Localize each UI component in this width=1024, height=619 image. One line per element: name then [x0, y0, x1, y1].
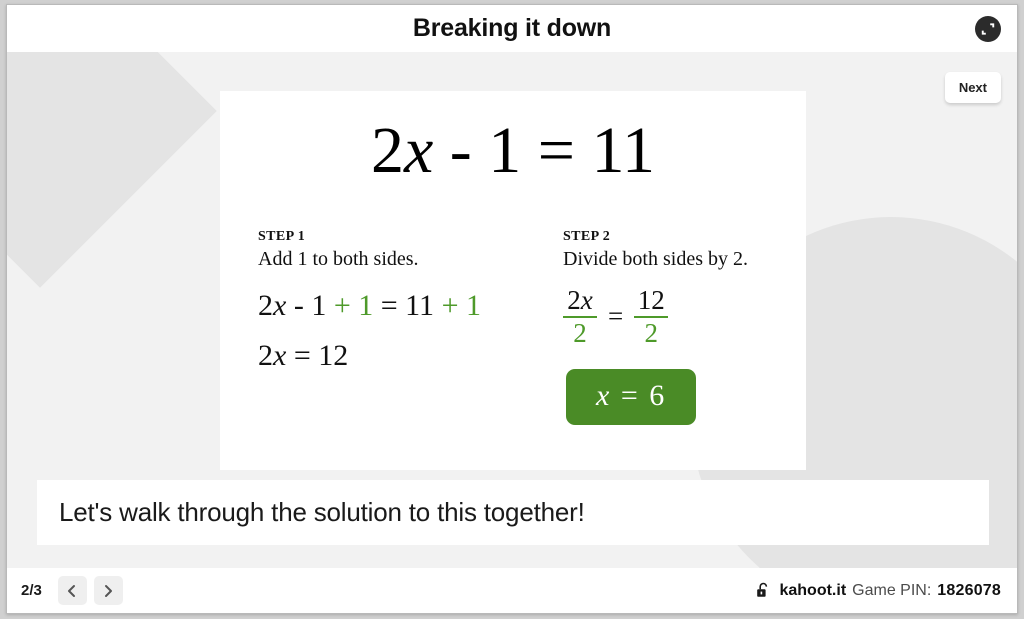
main-eq-minus: - [433, 114, 489, 187]
chevron-left-icon [64, 583, 80, 599]
bottom-bar: 2/3 kahoot.it Game PIN: 1826078 [7, 568, 1017, 613]
kahoot-slide-screen: Breaking it down Next 2x - 1 = 11 STEP 1… [0, 0, 1024, 619]
previous-slide-button[interactable] [57, 576, 87, 605]
step-1-column: STEP 1 Add 1 to both sides. 2x - 1 + 1 =… [258, 229, 538, 372]
answer-space [640, 379, 650, 412]
answer-badge: x = 6 [566, 368, 697, 425]
step-1-equation-line-2: 2x = 12 [258, 339, 538, 372]
fraction-left-num-variable: x [580, 285, 593, 316]
s1l1-coefficient: 2 [258, 289, 273, 323]
fraction-left-denominator: 2 [573, 318, 587, 349]
main-eq-variable: x [403, 114, 434, 187]
game-pin-label: Game PIN: [852, 581, 932, 599]
step-1-label: STEP 1 [258, 229, 306, 244]
fraction-right-denominator: 2 [644, 318, 658, 349]
fullscreen-expand-icon[interactable] [975, 16, 1001, 42]
main-eq-equals: = [521, 114, 592, 187]
s1l1-variable: x [273, 289, 287, 323]
next-button[interactable]: Next [944, 72, 1001, 103]
main-equation: 2x - 1 = 11 [220, 113, 806, 189]
fraction-equals-sign: = [608, 301, 624, 332]
title-bar: Breaking it down [7, 5, 1017, 52]
next-slide-button[interactable] [93, 576, 123, 605]
decorative-diamond-shape [7, 52, 217, 288]
s1l2-variable: x [273, 339, 287, 373]
media-card: 2x - 1 = 11 STEP 1 Add 1 to both sides. … [220, 91, 806, 470]
step-2-column: STEP 2 Divide both sides by 2. 2x 2 = 12 [563, 229, 803, 425]
answer-value: 6 [649, 378, 667, 412]
main-eq-rhs: 11 [591, 114, 656, 187]
answer-variable: x [596, 378, 612, 412]
answer-equals-sign: = [620, 378, 640, 412]
s1l1-highlight-right: + 1 [441, 289, 481, 323]
steps-container: STEP 1 Add 1 to both sides. 2x - 1 + 1 =… [220, 229, 806, 459]
open-padlock-icon [756, 582, 771, 599]
main-eq-constant: 1 [488, 114, 522, 187]
fraction-right: 12 2 [634, 285, 669, 349]
slide-stage: Next 2x - 1 = 11 STEP 1 Add 1 to both si… [7, 52, 1017, 568]
fraction-left: 2x 2 [563, 286, 597, 348]
s1l1-highlight-left: + 1 [333, 289, 374, 323]
answer-equals [611, 379, 621, 412]
step-1-equation-line-1: 2x - 1 + 1 = 11 + 1 [258, 289, 538, 322]
app-frame: Breaking it down Next 2x - 1 = 11 STEP 1… [6, 4, 1018, 614]
brand-label: kahoot.it [779, 581, 847, 599]
step-1-description: Add 1 to both sides. [258, 248, 419, 271]
caption-text: Let's walk through the solution to this … [59, 497, 585, 527]
main-eq-coefficient: 2 [370, 114, 404, 187]
game-pin-value: 1826078 [937, 581, 1001, 599]
s1l1-equals-eleven: = 11 [373, 289, 442, 323]
fraction-left-num-coefficient: 2 [567, 285, 581, 316]
s1l2-rest: = 12 [286, 339, 349, 373]
caption-bar: Let's walk through the solution to this … [37, 480, 989, 545]
step-2-label: STEP 2 [563, 229, 611, 244]
page-indicator: 2/3 [21, 582, 42, 599]
fraction-right-numerator: 12 [637, 285, 665, 316]
game-pin-group: kahoot.it Game PIN: 1826078 [756, 582, 1001, 600]
fraction-left-numerator: 2x [564, 286, 595, 314]
step-2-fraction-equation: 2x 2 = 12 2 [563, 286, 803, 348]
s1l2-coefficient: 2 [258, 339, 273, 373]
s1l1-minus-one: - 1 [286, 289, 334, 323]
step-2-description: Divide both sides by 2. [563, 248, 748, 271]
chevron-right-icon [100, 583, 116, 599]
page-title: Breaking it down [412, 14, 612, 42]
